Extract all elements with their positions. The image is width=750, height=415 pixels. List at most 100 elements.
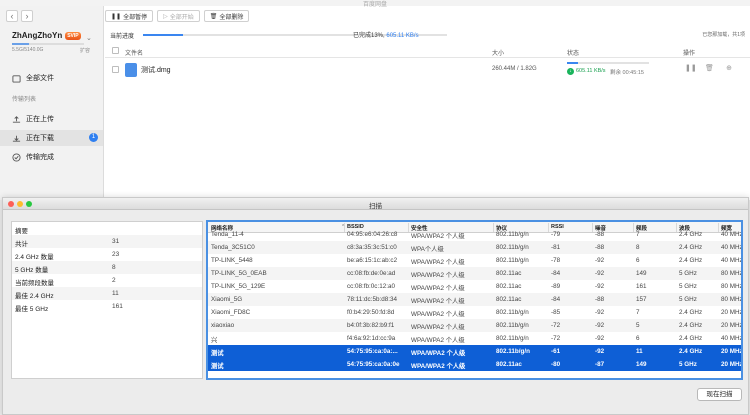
table-cell: Tenda_11-4 <box>211 231 244 238</box>
username: ZhAngZhoYn <box>12 31 63 40</box>
summary-row: 最佳 5 GHz 161 <box>12 300 202 313</box>
table-cell: -92 <box>595 283 605 290</box>
table-cell: WPA/WPA2 个人级 <box>411 298 465 305</box>
back-button[interactable]: ‹ <box>6 10 18 22</box>
chevron-down-icon[interactable]: ⌄ <box>86 34 92 42</box>
table-row[interactable]: Tenda_11-4 04:95:e6:04:26:c8 WPA/WPA2 个人级 8… <box>208 228 743 241</box>
table-row[interactable]: TP-LINK_5448 be:a6:15:1c:ab:c2 WPA/WPA2 个人… <box>208 254 741 267</box>
table-cell: c8:3a:35:3c:51:c0 <box>347 244 397 251</box>
table-row[interactable]: Tenda_3C51C0 c8:3a:35:3c:51:c0 WPA个人级 802.1… <box>208 241 741 254</box>
table-cell: 802.11b/g/n <box>496 335 529 342</box>
forward-button[interactable]: › <box>21 10 33 22</box>
sidebar: ‹ › ZhAngZhoYn SVIP ⌄ 5.5G/5140.0G 扩容 全部… <box>0 6 104 200</box>
summary-value: 23 <box>112 251 120 258</box>
sidebar-item-done[interactable]: 传输完成 <box>12 152 54 162</box>
table-cell: 80 MHz <box>721 283 743 290</box>
start-all-button[interactable]: ▷ 全部开始 <box>157 10 200 22</box>
pause-icon: ❚❚ <box>111 13 122 20</box>
table-cell: -72 <box>551 335 561 342</box>
summary-value: 31 <box>112 238 120 245</box>
select-all-checkbox[interactable] <box>112 47 119 54</box>
table-cell: -89 <box>551 283 561 290</box>
svip-badge: SVIP <box>65 31 81 40</box>
expand-link[interactable]: 扩容 <box>80 47 90 54</box>
table-cell: 78:11:dc:5b:d8:34 <box>347 296 397 303</box>
table-cell: -79 <box>551 231 561 238</box>
table-row[interactable]: xiaoxiao b4:0f:3b:82:b9:f1 WPA/WPA2 个人级 802… <box>208 319 741 332</box>
summary-value: 8 <box>112 264 116 271</box>
download-icon <box>12 135 21 142</box>
quota-text: 5.5G/5140.0G <box>12 47 44 53</box>
table-cell: WPA/WPA2 个人级 <box>411 311 465 318</box>
table-row[interactable]: Xiaomi_FD8C f0:b4:29:50:fd:8d WPA/WPA2 个人级… <box>208 306 741 319</box>
table-cell: 802.11b/g/n <box>496 244 529 251</box>
column-name[interactable]: 文件名 <box>125 48 143 57</box>
user-profile[interactable]: ZhAngZhoYn SVIP <box>12 31 81 40</box>
scan-window: 扫描 摘要 共计 31 2.4 GHz 数量 23 5 GHz 数量 8 当前频段数量 2 最佳 … <box>2 197 749 415</box>
sidebar-item-label: 传输完成 <box>26 154 54 161</box>
table-cell: 11 <box>636 348 643 355</box>
quota-bar <box>12 43 84 45</box>
table-row[interactable]: 测试 54:75:95:ca:0a:0e WPA/WPA2 个人级 802.11ac -… <box>208 358 741 371</box>
table-cell: f0:b4:29:50:fd:8d <box>347 309 395 316</box>
sidebar-item-downloading[interactable]: 正在下载 <box>12 133 54 143</box>
file-progress-fill <box>567 62 579 64</box>
start-all-label: 全部开始 <box>169 14 194 21</box>
table-cell: b4:0f:3b:82:b9:f1 <box>347 322 395 329</box>
sidebar-item-uploading[interactable]: 正在上传 <box>12 114 54 124</box>
table-cell: 80 MHz <box>721 296 743 303</box>
table-cell: 8 <box>636 244 640 251</box>
nav-buttons: ‹ › <box>6 10 33 22</box>
table-row[interactable]: Xiaomi_5G 78:11:dc:5b:d8:34 WPA/WPA2 个人级 80… <box>208 293 743 306</box>
pause-all-button[interactable]: ❚❚ 全部暂停 <box>105 10 154 22</box>
main-panel: ❚❚ 全部暂停 ▷ 全部开始 🗑 全部删除 当前进度 已完成13%, 605.11 K… <box>105 6 750 200</box>
table-cell: -78 <box>551 257 561 264</box>
table-cell: 802.11b/g/n <box>496 309 529 316</box>
table-cell: -92 <box>595 257 605 264</box>
table-cell: -92 <box>595 309 605 316</box>
network-table[interactable]: 网络名称 BSSID 安全性 协议 RSSI 噪音 频段 波段 频宽 ⌃ Tenda_11-4 04… <box>206 220 743 380</box>
delete-all-button[interactable]: 🗑 全部删除 <box>203 10 250 22</box>
row-checkbox[interactable] <box>112 66 119 73</box>
table-cell: 04:95:e6:04:26:c8 <box>347 231 398 238</box>
table-cell: 802.11b/g/n <box>496 322 529 329</box>
table-cell: 802.11ac <box>496 283 522 290</box>
sidebar-item-label: 全部文件 <box>26 75 54 82</box>
table-row[interactable]: 测试 54:75:95:ca:0a:... WPA/WPA2 个人级 802.11b/… <box>208 345 741 358</box>
pause-icon[interactable]: ❚❚ <box>685 65 697 73</box>
table-cell: 2.4 GHz <box>679 348 703 355</box>
list-item[interactable]: 测试.dmg 260.44M / 1.82G ↓ 605.11 KB/s 剩余 … <box>105 62 750 86</box>
table-row[interactable]: TP-LINK_5G_0EAB cc:08:fb:de:0e:ad WPA/WPA2… <box>208 267 741 280</box>
table-cell: -88 <box>595 231 605 238</box>
trash-icon[interactable]: 🗑 <box>705 65 714 73</box>
overall-progress-fill <box>143 34 183 36</box>
column-ops: 操作 <box>683 51 696 57</box>
table-cell: 2.4 GHz <box>679 231 703 238</box>
table-cell: 802.11b/g/n <box>496 348 530 355</box>
table-cell: 802.11ac <box>496 296 522 303</box>
table-row[interactable]: 兴 f4:6a:92:1d:cc:9a WPA/WPA2 个人级 802.11b/g/… <box>208 332 741 345</box>
table-cell: f4:6a:92:1d:cc:9a <box>347 335 396 342</box>
quota-fill <box>12 43 30 45</box>
table-row[interactable]: TP-LINK_5G_129E cc:08:fb:0c:12:a0 WPA/WPA2… <box>208 280 743 293</box>
file-name: 测试.dmg <box>141 67 171 74</box>
table-cell: 40 MHz <box>721 231 743 238</box>
summary-row: 最佳 2.4 GHz 11 <box>12 287 202 300</box>
table-cell: -81 <box>551 244 561 251</box>
section-label: 传输列表 <box>12 97 37 103</box>
table-cell: 2.4 GHz <box>679 257 703 264</box>
summary-key: 摘要 <box>15 228 28 235</box>
summary-key: 2.4 GHz 数量 <box>15 254 54 261</box>
folder-open-icon[interactable]: ⊕ <box>725 65 733 73</box>
table-cell: Xiaomi_FD8C <box>211 309 251 316</box>
overall-progress: 当前进度 已完成13%, 605.11 KB/s 已您那加载，共1项 <box>110 30 750 40</box>
rescan-button[interactable]: 现在扫描 <box>697 388 742 401</box>
table-cell: -88 <box>595 244 605 251</box>
summary-row: 当前频段数量 2 <box>12 274 202 287</box>
sidebar-item-all-files[interactable]: 全部文件 <box>12 73 54 83</box>
summary-value: 2 <box>112 277 116 284</box>
sidebar-item-label: 正在下载 <box>26 135 54 142</box>
table-cell: -72 <box>551 322 561 329</box>
column-size[interactable]: 大小 <box>492 48 504 57</box>
summary-key: 最佳 5 GHz <box>15 306 49 313</box>
